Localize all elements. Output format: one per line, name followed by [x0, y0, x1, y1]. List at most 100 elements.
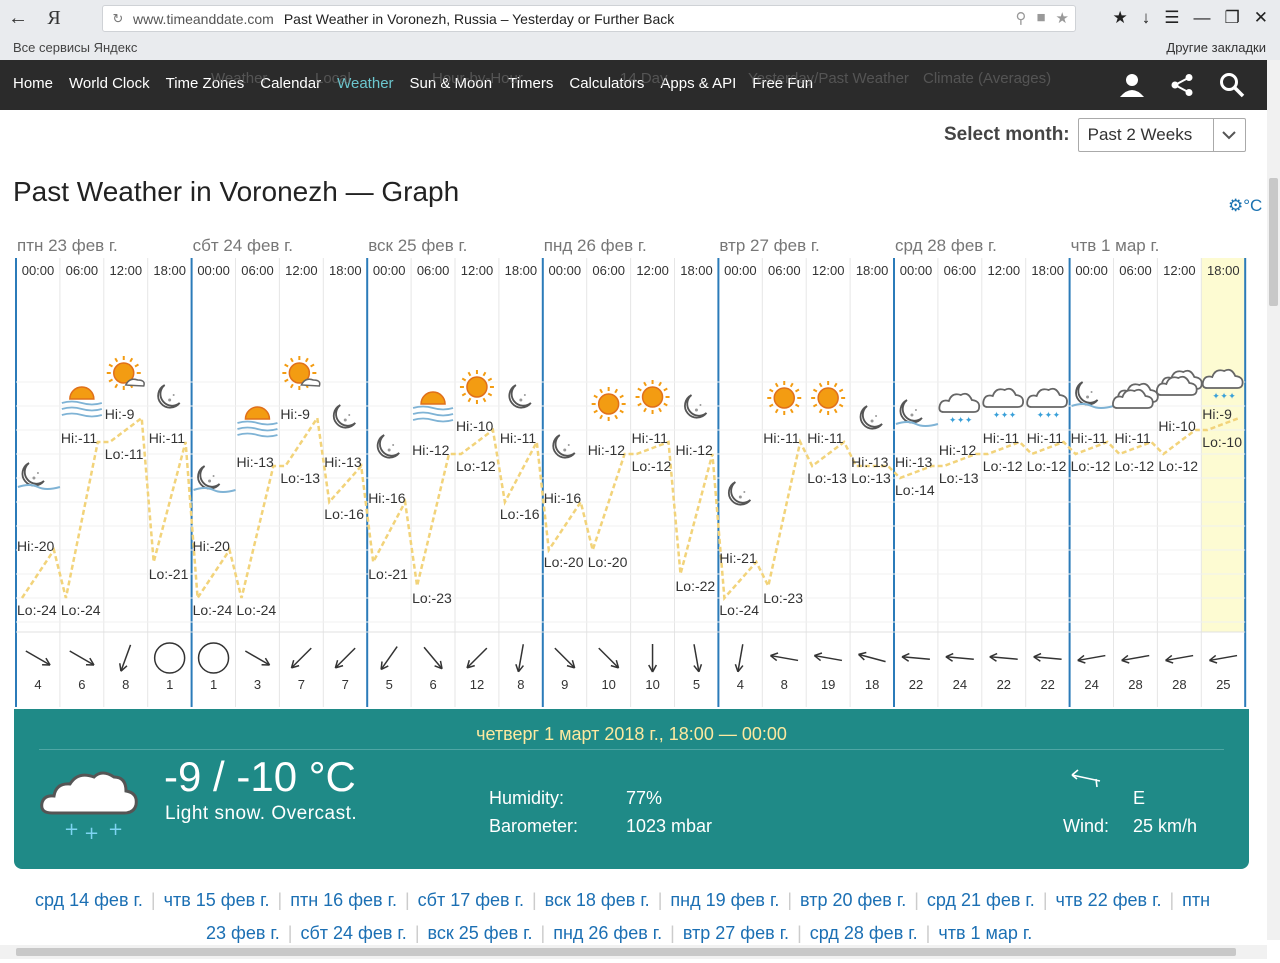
horizontal-scroll-thumb[interactable] [16, 948, 1236, 956]
svg-text:✦: ✦ [949, 416, 957, 426]
browser-toolbar: ← Я ↻ www.timeanddate.com Past Weather i… [0, 0, 1280, 36]
month-select-label: Select month: [944, 124, 1070, 145]
hour-label: 18:00 [680, 263, 713, 278]
svg-text:+: + [84, 823, 99, 843]
moon-icon [332, 404, 356, 429]
wind-speed-label: 5 [692, 677, 701, 692]
night-partly-cloudy-icon [193, 465, 236, 493]
day-link[interactable]: птн [1182, 890, 1210, 910]
download-icon[interactable]: ↓ [1142, 8, 1151, 28]
hi-temp-label: Hi:-12 [412, 442, 450, 458]
wind-speed-label: 25 [1216, 677, 1231, 692]
vertical-scrollbar[interactable] [1267, 60, 1280, 940]
horizontal-scrollbar[interactable] [0, 945, 1267, 959]
extensions-icon[interactable]: ★ [1113, 8, 1128, 28]
hi-temp-label: Hi:-11 [148, 430, 185, 446]
detail-datetime: четверг 1 март 2018 г., 18:00 — 00:00 [476, 724, 787, 744]
day-link[interactable]: чтв 1 мар г. [938, 923, 1032, 943]
close-icon[interactable]: ✕ [1254, 8, 1268, 28]
bookmark-all-services[interactable]: Все сервисы Яндекс [13, 40, 137, 55]
nav-item-apps-api[interactable]: Apps & API [660, 75, 736, 92]
day-link[interactable]: срд 21 фев г. [927, 890, 1035, 910]
star-icon[interactable]: ★ [1056, 9, 1069, 27]
link-separator: | [657, 890, 663, 910]
vertical-scroll-thumb[interactable] [1269, 178, 1278, 306]
hi-temp-label: Hi:-11 [763, 430, 800, 446]
detail-panel: четверг 1 март 2018 г., 18:00 — 00:00 + … [14, 709, 1249, 869]
address-bar[interactable]: ↻ www.timeanddate.com Past Weather in Vo… [102, 5, 1076, 32]
wind-speed-label: 8 [517, 677, 525, 692]
bookmarks-bar: Все сервисы Яндекс Другие закладки [0, 36, 1280, 60]
night-partly-cloudy-icon [17, 462, 61, 490]
wind-speed-label: 12 [469, 677, 485, 692]
day-link[interactable]: сбт 17 фев г. [418, 890, 524, 910]
minimize-icon[interactable]: — [1194, 8, 1211, 28]
day-link[interactable]: вск 18 фев г. [545, 890, 650, 910]
svg-text:✦: ✦ [1220, 392, 1228, 402]
day-link[interactable]: чтв 22 фев г. [1056, 890, 1162, 910]
day-link[interactable]: сбт 24 фев г. [300, 923, 406, 943]
share-icon[interactable] [1167, 70, 1197, 100]
lo-temp-label: Lo:-16 [324, 506, 364, 522]
search-icon[interactable] [1217, 70, 1247, 100]
wind-arrowhead [119, 663, 122, 672]
sun-icon [591, 387, 626, 421]
nav-item-calendar[interactable]: Calendar [260, 75, 321, 92]
lo-temp-label: Lo:-11 [104, 446, 144, 462]
yandex-logo-icon[interactable]: Я [36, 0, 72, 36]
lo-temp-label: Lo:-24 [236, 602, 277, 618]
link-separator: | [670, 923, 675, 943]
translate-icon[interactable]: ⚲ [1015, 9, 1026, 27]
day-link[interactable]: втр 27 фев г. [683, 923, 789, 943]
svg-text:✦: ✦ [1228, 392, 1236, 402]
link-separator: | [277, 890, 283, 910]
lo-temp-label: Lo:-24 [60, 602, 101, 618]
bookmark-other[interactable]: Другие закладки [1166, 40, 1266, 55]
wind-speed-label: 10 [601, 677, 616, 692]
hi-temp-label: Hi:-13 [236, 454, 274, 470]
unit-toggle[interactable]: ⚙°C [1228, 196, 1262, 216]
gear-icon: ⚙ [1228, 196, 1244, 215]
day-link[interactable]: втр 20 фев г. [800, 890, 906, 910]
day-link[interactable]: пнд 26 фев г. [553, 923, 662, 943]
sun-cloud-icon [282, 356, 321, 390]
account-icon[interactable] [1117, 70, 1147, 100]
link-separator: | [531, 890, 537, 910]
day-link[interactable]: пнд 19 фев г. [670, 890, 779, 910]
humidity-label: Humidity: [489, 788, 565, 808]
back-arrow-icon[interactable]: ← [0, 0, 36, 36]
month-select-dropdown[interactable]: Past 2 Weeks [1077, 118, 1246, 152]
hour-label: 18:00 [153, 263, 186, 278]
wind-arrow-icon [466, 647, 488, 669]
hi-temp-label: Hi:-13 [324, 454, 362, 470]
day-link[interactable]: чтв 15 фев г. [164, 890, 270, 910]
day-link[interactable]: срд 14 фев г. [35, 890, 143, 910]
wind-arrow-icon [423, 646, 443, 670]
hi-temp-label: Hi:-16 [368, 490, 406, 506]
hi-temp-label: Hi:-11 [499, 430, 537, 446]
menu-icon[interactable]: ☰ [1164, 8, 1179, 28]
reload-icon[interactable]: ↻ [103, 11, 133, 27]
hi-temp-label: Hi:-21 [719, 550, 757, 566]
wind-speed-label: 28 [1128, 677, 1143, 692]
wind-arrowhead [814, 652, 823, 657]
nav-item-world-clock[interactable]: World Clock [69, 75, 150, 92]
day-label: втр 27 фев г. [719, 236, 820, 255]
lock-icon[interactable]: ■ [1036, 9, 1045, 27]
lo-temp-label: Lo:-23 [763, 590, 803, 606]
wind-arrowhead [901, 652, 910, 658]
nav-item-home[interactable]: Home [13, 75, 53, 92]
sun-icon [767, 381, 802, 415]
day-link[interactable]: срд 28 фев г. [810, 923, 918, 943]
day-link[interactable]: птн 16 фев г. [290, 890, 397, 910]
wind-speed-label: 9 [561, 677, 569, 692]
restore-icon[interactable]: ❐ [1225, 8, 1240, 28]
hour-label: 18:00 [1207, 263, 1240, 278]
hour-label: 00:00 [899, 263, 933, 278]
day-link[interactable]: вск 25 фев г. [428, 923, 533, 943]
hour-label: 12:00 [987, 263, 1021, 278]
day-link[interactable]: 23 фев г. [206, 923, 280, 943]
hour-label: 06:00 [1119, 263, 1152, 278]
wind-speed-label: 22 [908, 677, 924, 692]
tab-title: Past Weather in Voronezh, Russia – Yeste… [283, 10, 675, 27]
